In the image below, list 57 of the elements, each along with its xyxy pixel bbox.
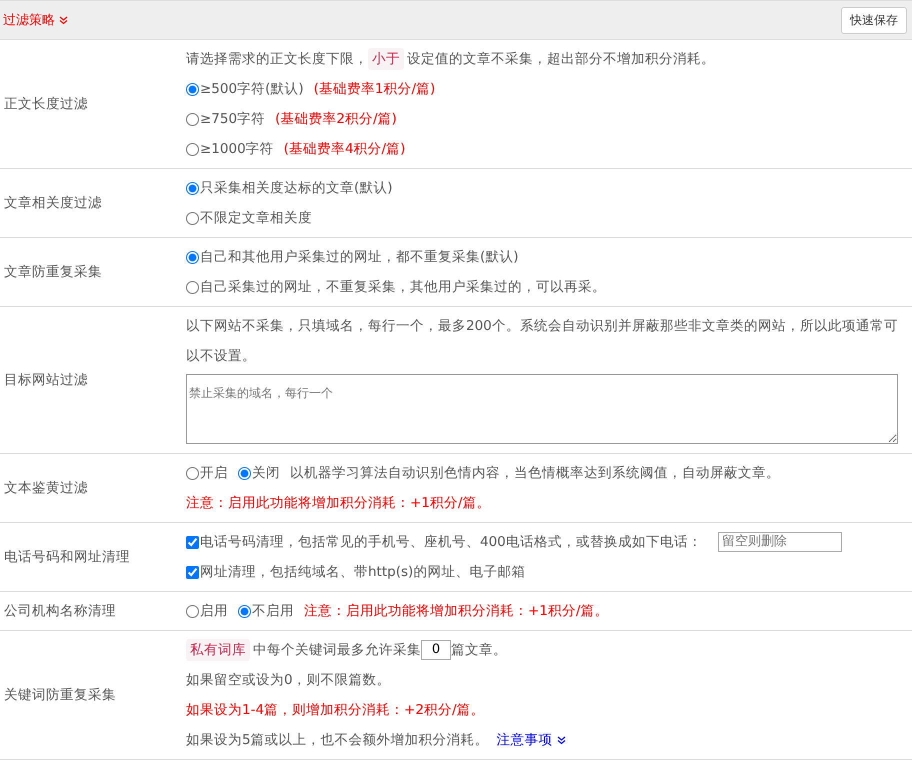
radio-button[interactable] xyxy=(186,82,199,96)
checkbox-button[interactable] xyxy=(186,566,199,578)
setting-text: 请选择需求的正文长度下限， xyxy=(186,50,368,69)
radio-button[interactable] xyxy=(186,604,199,618)
radio-button[interactable] xyxy=(186,466,199,480)
radio-button[interactable] xyxy=(186,250,199,264)
checkbox-button[interactable] xyxy=(186,536,199,548)
cost-warning: (基础费率1积分/篇) xyxy=(314,80,436,99)
setting-label: 目标网站过滤 xyxy=(3,371,89,390)
option-label[interactable]: 开启 xyxy=(200,458,228,488)
setting-label: 公司机构名称清理 xyxy=(3,602,117,621)
option-label[interactable]: 自己采集过的网址，不重复采集，其他用户采集过的，可以再采。 xyxy=(200,272,606,302)
setting-text: 以机器学习算法自动识别色情内容，当色情概率达到系统阈值，自动屏蔽文章。 xyxy=(290,464,780,483)
setting-label: 文章防重复采集 xyxy=(3,263,103,282)
chevron-down-icon xyxy=(59,16,68,24)
setting-label: 电话号码和网址清理 xyxy=(3,548,131,567)
option-label[interactable]: 不启用 xyxy=(252,596,294,626)
quick-save-button[interactable]: 快速保存 xyxy=(841,6,907,34)
keyword-tag: 小于 xyxy=(368,48,404,70)
radio-button[interactable] xyxy=(186,142,199,156)
setting-label: 关键词防重复采集 xyxy=(3,686,117,705)
chevron-down-icon xyxy=(556,736,566,744)
option-label[interactable]: 网址清理，包括纯域名、带http(s)的网址、电子邮箱 xyxy=(200,557,526,587)
setting-label: 文章相关度过滤 xyxy=(3,194,103,213)
cost-warning: (基础费率4积分/篇) xyxy=(284,140,406,159)
option-label[interactable]: 自己和其他用户采集过的网址，都不重复采集(默认) xyxy=(200,242,519,272)
option-label[interactable]: ≥1000字符 xyxy=(200,134,274,164)
count-input-field[interactable]: 0 xyxy=(421,640,451,660)
setting-text: 中每个关键词最多允许采集 xyxy=(253,641,421,660)
keyword-tag: 私有词库 xyxy=(186,639,250,661)
option-label[interactable]: ≥750字符 xyxy=(200,104,266,134)
option-label[interactable]: ≥500字符(默认) xyxy=(200,74,304,104)
radio-button[interactable] xyxy=(186,182,199,194)
radio-button[interactable] xyxy=(238,466,251,480)
option-label[interactable]: 电话号码清理，包括常见的手机号、座机号、400电话格式，或替换成如下电话： xyxy=(200,527,702,557)
radio-button[interactable] xyxy=(186,112,199,126)
notes-link[interactable]: 注意事项 xyxy=(496,725,566,755)
cost-warning: 注意：启用此功能将增加积分消耗：+1积分/篇。 xyxy=(186,494,490,513)
cost-warning: 注意：启用此功能将增加积分消耗：+1积分/篇。 xyxy=(304,602,608,621)
option-label[interactable]: 关闭 xyxy=(252,458,280,488)
setting-label: 文本鉴黄过滤 xyxy=(3,479,89,498)
setting-label: 正文长度过滤 xyxy=(3,95,89,114)
radio-button[interactable] xyxy=(186,280,199,294)
cost-warning: 如果设为1-4篇，则增加积分消耗：+2积分/篇。 xyxy=(186,701,484,720)
option-label[interactable]: 不限定文章相关度 xyxy=(200,203,312,233)
setting-text: 如果留空或设为0，则不限篇数。 xyxy=(186,672,391,688)
option-label[interactable]: 只采集相关度达标的文章(默认) xyxy=(200,173,393,203)
cost-warning: (基础费率2积分/篇) xyxy=(275,110,397,129)
phone-input-field[interactable]: 留空则删除 xyxy=(718,532,842,552)
radio-button[interactable] xyxy=(238,604,251,618)
setting-text: 设定值的文章不采集，超出部分不增加积分消耗。 xyxy=(407,50,715,69)
radio-button[interactable] xyxy=(186,212,199,224)
setting-text: 篇文章。 xyxy=(451,641,507,660)
option-label[interactable]: 启用 xyxy=(200,596,228,626)
setting-text: 如果设为5篇或以上，也不会额外增加积分消耗。 xyxy=(186,731,489,750)
domain-textarea[interactable]: 禁止采集的域名，每行一个 xyxy=(186,374,898,444)
setting-text: 以下网站不采集，只填域名，每行一个，最多200个。系统会自动识别并屏蔽那些非文章类的网站，所以此项通常可以不设置。 xyxy=(186,318,898,364)
